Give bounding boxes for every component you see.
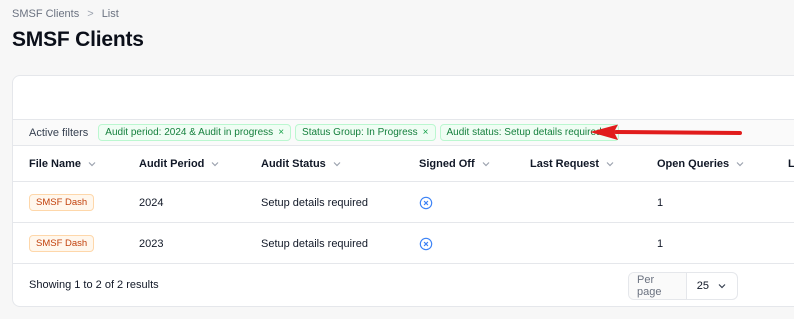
remove-filter-icon[interactable]: ×	[278, 127, 284, 138]
cell-file-name: SMSF Dash	[29, 223, 95, 264]
filter-chip-label: Audit status: Setup details required	[446, 127, 602, 138]
cell-signed-off	[419, 182, 433, 223]
column-header-audit-status[interactable]: Audit Status	[261, 146, 342, 182]
chevron-down-icon	[88, 162, 96, 167]
chevron-down-icon	[606, 162, 614, 167]
column-header-label: Last Request	[530, 158, 600, 170]
filter-chip-status-group[interactable]: Status Group: In Progress ×	[295, 124, 436, 141]
breadcrumb-item-smsf-clients[interactable]: SMSF Clients	[12, 8, 79, 20]
chevron-down-icon	[718, 284, 726, 289]
clients-table-card: Active filters Audit period: 2024 & Audi…	[12, 75, 794, 307]
chevron-down-icon	[482, 162, 490, 167]
cell-file-name: SMSF Dash	[29, 182, 95, 223]
active-filters-label: Active filters	[29, 126, 89, 139]
breadcrumb: SMSF Clients > List	[12, 8, 119, 20]
cell-audit-period: 2023	[139, 237, 164, 250]
x-circle-icon	[419, 196, 433, 209]
chevron-down-icon	[736, 162, 744, 167]
remove-filter-icon[interactable]: ×	[423, 127, 429, 138]
table-header: File Name Audit Period Audit Status Sign…	[13, 146, 794, 182]
column-header-audit-period[interactable]: Audit Period	[139, 146, 220, 182]
table-toolbar	[13, 76, 794, 120]
chevron-down-icon	[333, 162, 341, 167]
per-page-label: Per page	[629, 273, 687, 299]
per-page-selected: 25	[696, 280, 709, 292]
column-header-file-name[interactable]: File Name	[29, 146, 97, 182]
column-header-signed-off[interactable]: Signed Off	[419, 146, 491, 182]
file-name-badge[interactable]: SMSF Dash	[29, 235, 95, 252]
table-footer: Showing 1 to 2 of 2 results Per page 25	[13, 264, 794, 306]
cell-audit-status: Setup details required	[261, 196, 369, 209]
column-header-label: Signed Off	[419, 158, 475, 170]
column-header-label: L	[788, 158, 794, 170]
filter-chip-label: Audit period: 2024 & Audit in progress	[105, 127, 274, 138]
cell-open-queries: 1	[657, 196, 664, 209]
filter-chip-audit-period[interactable]: Audit period: 2024 & Audit in progress ×	[98, 124, 292, 141]
filter-chip-label: Status Group: In Progress	[302, 127, 418, 138]
column-header-label: File Name	[29, 158, 81, 170]
per-page-value[interactable]: 25	[687, 273, 737, 299]
pagination-summary: Showing 1 to 2 of 2 results	[29, 279, 159, 291]
column-header-label: Audit Status	[261, 158, 326, 170]
column-header-last-request[interactable]: Last Request	[530, 146, 615, 182]
cell-open-queries: 1	[657, 237, 664, 250]
cell-audit-period: 2024	[139, 196, 164, 209]
column-header-truncated[interactable]: L	[788, 146, 794, 182]
breadcrumb-item-list: List	[101, 8, 119, 20]
cell-audit-status: Setup details required	[261, 237, 369, 250]
column-header-label: Audit Period	[139, 158, 205, 170]
breadcrumb-separator: >	[87, 8, 94, 20]
chevron-down-icon	[211, 162, 219, 167]
cell-signed-off	[419, 223, 433, 264]
column-header-open-queries[interactable]: Open Queries	[657, 146, 745, 182]
x-circle-icon	[419, 237, 433, 250]
file-name-badge[interactable]: SMSF Dash	[29, 194, 95, 211]
per-page-select[interactable]: Per page 25	[628, 272, 738, 300]
red-arrow-annotation	[590, 124, 742, 140]
table-row[interactable]: SMSF Dash 2024 Setup details required 1	[13, 182, 794, 223]
table-row[interactable]: SMSF Dash 2023 Setup details required 1	[13, 223, 794, 264]
page-title: SMSF Clients	[12, 28, 144, 51]
column-header-label: Open Queries	[657, 158, 730, 170]
